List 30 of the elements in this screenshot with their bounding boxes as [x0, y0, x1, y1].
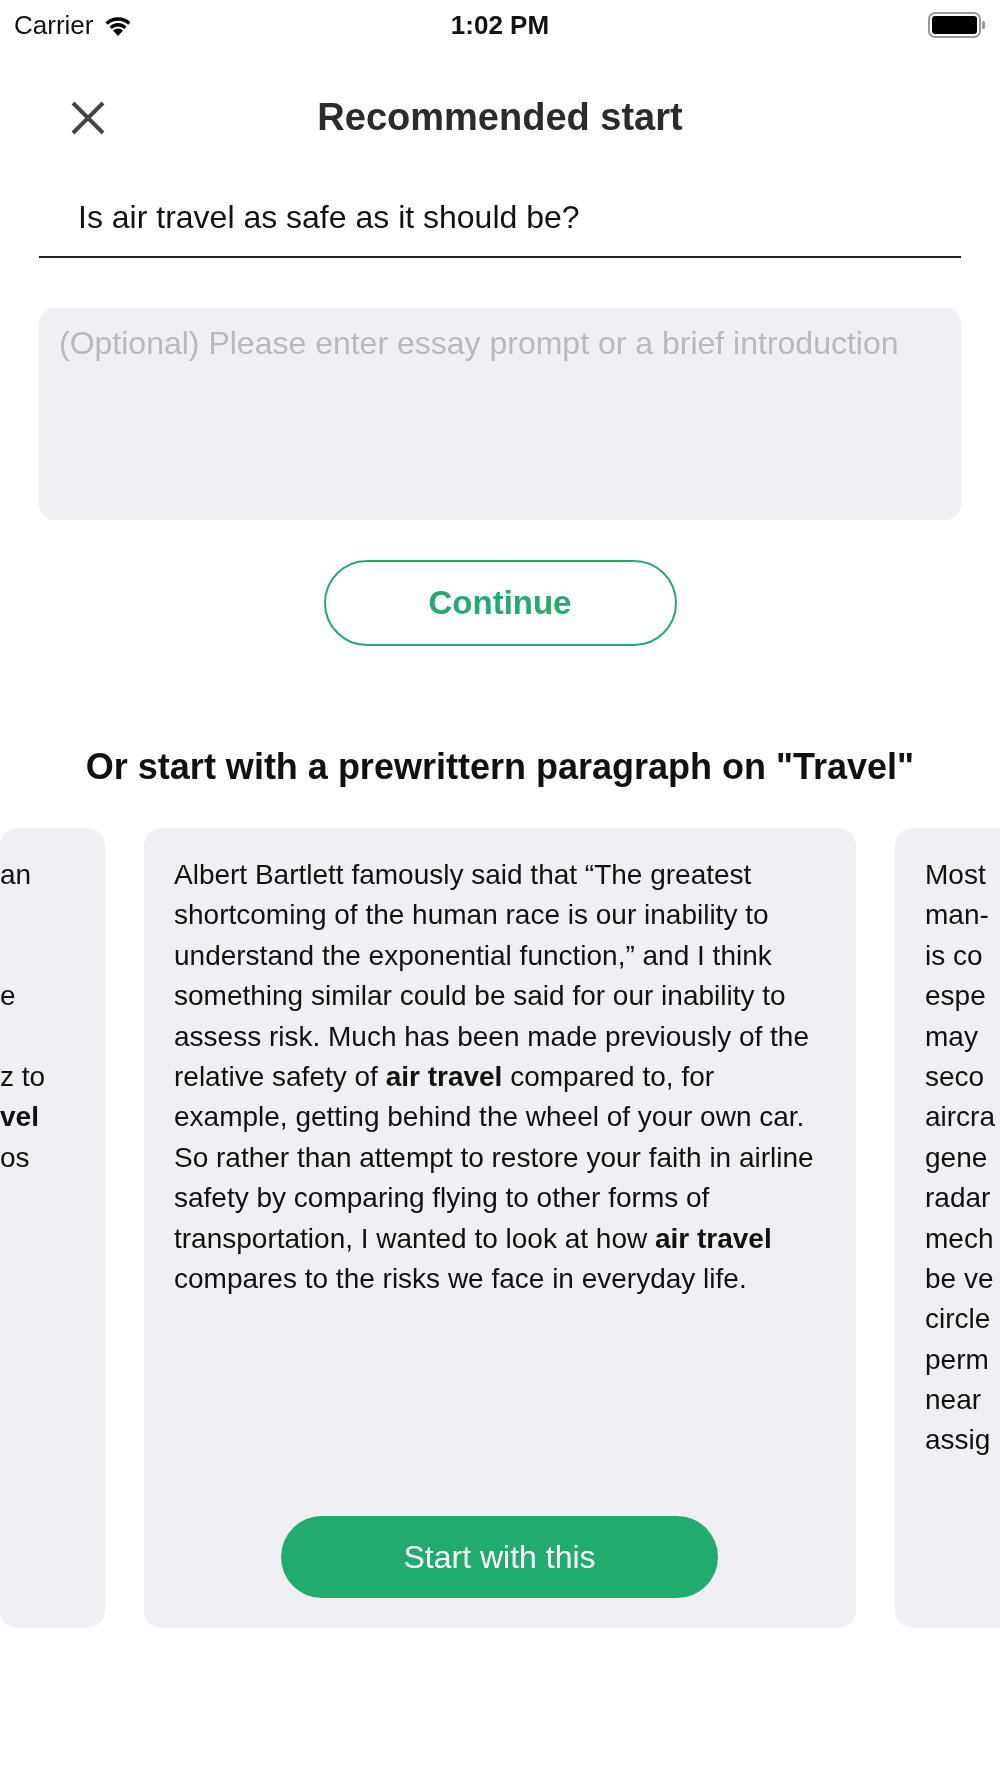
text-fragment: man- [925, 898, 990, 933]
paragraph-card[interactable]: an e z to vel os [0, 828, 105, 1628]
text-fragment: espe [925, 979, 987, 1014]
text-fragment: circle [925, 1302, 992, 1337]
paragraph-card[interactable] [144, 828, 856, 1628]
text-fragment: is co [925, 938, 984, 973]
topic-field[interactable]: Is air travel as safe as it should be? [39, 185, 961, 258]
text-fragment: near [925, 1383, 983, 1418]
text-fragment: perm [925, 1342, 990, 1377]
paragraph-card[interactable]: Most man- is co espe may seco aircra gene radar mech be ve circle perm near assig [895, 828, 1000, 1628]
text-fragment: e [0, 979, 17, 1014]
carrier-label: Carrier [14, 9, 94, 41]
text-fragment: gene [925, 1140, 989, 1175]
text-fragment: Most [925, 858, 987, 892]
text-fragment: mech [925, 1221, 995, 1256]
text-fragment: may [925, 1019, 979, 1054]
screen-title: Recommended start [317, 96, 683, 139]
text-fragment: radar [925, 1181, 992, 1216]
paragraph-text: Albert Bartlett famously said that “The greatest shortcoming of the human race is our inability to understand the exponential function,” and I think something similar could be said for our inability to assess risk. Much has been made previously of the relative safety of air travel compared to, for example, getting behind the wheel of your own car. So rather than attempt to restore your faith in airline safety by comparing flying to other forms of transportation, I wanted to look at how air travel compares to the risks we face in everyday life. [174, 858, 815, 1297]
battery-icon [928, 12, 986, 38]
text-fragment: aircra [925, 1100, 996, 1135]
text-fragment: seco [925, 1059, 986, 1094]
text-fragment: be ve [925, 1261, 995, 1296]
section-heading: Or start with a prewrittern paragraph on "Travel" [84, 746, 916, 788]
text-fragment: vel [0, 1100, 40, 1135]
text-fragment: assig [925, 1423, 992, 1458]
text-fragment: an [0, 858, 33, 892]
text-fragment: os [0, 1140, 31, 1175]
text-fragment: z to [0, 1059, 47, 1094]
clock-label: 1:02 PM [450, 9, 550, 41]
